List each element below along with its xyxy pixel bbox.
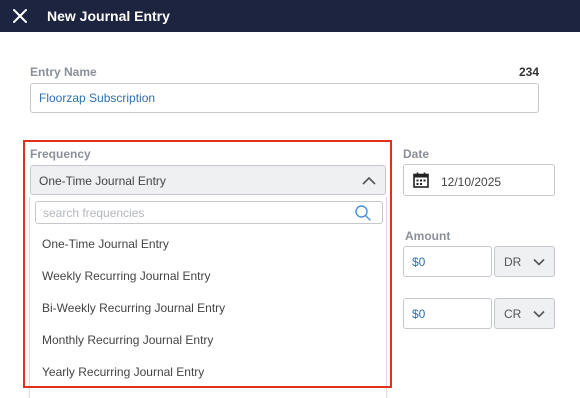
chevron-down-icon — [533, 310, 545, 318]
date-input[interactable]: 12/10/2025 — [403, 164, 555, 196]
close-icon[interactable] — [13, 9, 27, 23]
credit-amount-input[interactable]: $0 — [403, 298, 492, 329]
header-bar: New Journal Entry — [0, 0, 580, 32]
date-label: Date — [403, 147, 430, 161]
entry-name-input[interactable]: Floorzap Subscription — [30, 83, 539, 113]
amount-label: Amount — [405, 229, 451, 243]
calendar-icon[interactable] — [412, 171, 430, 189]
dialog-title: New Journal Entry — [47, 8, 170, 24]
highlight-box — [23, 140, 392, 388]
credit-side-value: CR — [504, 307, 522, 321]
date-value: 12/10/2025 — [441, 175, 502, 189]
debit-amount-input[interactable]: $0 — [403, 246, 492, 277]
credit-side-select[interactable]: CR — [494, 298, 555, 329]
entry-count: 234 — [519, 65, 540, 79]
entry-name-label: Entry Name — [30, 65, 97, 79]
debit-side-value: DR — [504, 255, 522, 269]
debit-side-select[interactable]: DR — [494, 246, 555, 277]
chevron-down-icon — [533, 258, 545, 266]
